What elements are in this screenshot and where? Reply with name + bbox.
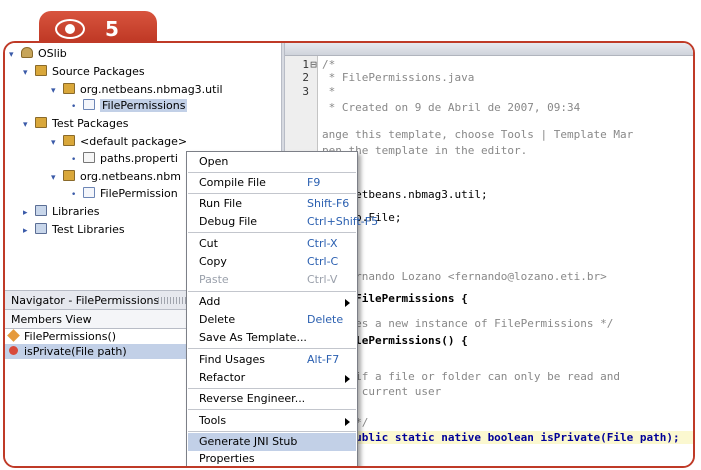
- menu-item-copy[interactable]: Copy Ctrl-C: [188, 253, 356, 271]
- line-number: 2: [302, 71, 309, 84]
- test-packages-icon: [35, 117, 47, 128]
- menu-item-tools[interactable]: Tools: [188, 412, 356, 430]
- code-text: ecks if a file or folder can only be rea…: [322, 370, 621, 383]
- eye-icon: [55, 19, 85, 39]
- menu-item-compile-file[interactable]: Compile File F9: [188, 174, 356, 192]
- menu-item-add[interactable]: Add: [188, 293, 356, 311]
- menu-item-debug-file[interactable]: Debug File Ctrl+Shift-F5: [188, 213, 378, 231]
- submenu-arrow-icon: [345, 299, 350, 307]
- editor-toolbar: [285, 43, 693, 56]
- code-line[interactable]: 2 * FilePermissions.java: [285, 71, 693, 84]
- menu-separator: [188, 291, 356, 292]
- expand-icon[interactable]: ▾: [51, 135, 63, 151]
- menu-separator: [188, 348, 356, 349]
- tree-node-filepermissions-test[interactable]: • FilePermission: [71, 186, 178, 202]
- leaf-icon: •: [71, 190, 77, 200]
- expand-icon[interactable]: ▸: [23, 205, 35, 221]
- code-text: ange this template, choose Tools | Templ…: [322, 128, 634, 141]
- code-line[interactable]: ange this template, choose Tools | Templ…: [285, 128, 693, 141]
- navigator-title-label: Navigator - FilePermissions: [11, 294, 160, 307]
- tree-node-util-package[interactable]: ▾ org.netbeans.nbmag3.util: [51, 82, 223, 98]
- expand-icon[interactable]: ▾: [23, 117, 35, 133]
- fold-marker-icon[interactable]: ⊟: [309, 58, 318, 71]
- package-icon: [63, 135, 75, 146]
- menu-separator: [188, 388, 356, 389]
- tree-node-test-libraries[interactable]: ▸ Test Libraries: [23, 222, 125, 238]
- menu-item-open[interactable]: Open: [188, 153, 356, 171]
- tree-node-paths-properties[interactable]: • paths.properti: [71, 151, 178, 167]
- menu-item-paste[interactable]: Paste Ctrl-V: [188, 271, 356, 289]
- leaf-icon: •: [71, 155, 77, 165]
- code-text: Creates a new instance of FilePermission…: [322, 317, 614, 330]
- expand-icon[interactable]: ▾: [51, 83, 63, 99]
- menu-separator: [188, 193, 356, 194]
- menu-item-run-file[interactable]: Run File Shift-F6: [188, 195, 356, 213]
- menu-item-properties[interactable]: Properties: [188, 450, 356, 466]
- java-file-icon: [83, 99, 95, 110]
- expand-icon[interactable]: ▾: [51, 170, 63, 186]
- tree-node-default-package[interactable]: ▾ <default package>: [51, 134, 187, 150]
- code-text: /*: [322, 58, 336, 71]
- menu-item-delete[interactable]: Delete Delete: [188, 311, 356, 329]
- menu-item-reverse-engineer[interactable]: Reverse Engineer...: [188, 390, 356, 408]
- menu-separator: [188, 172, 356, 173]
- expand-icon[interactable]: ▸: [23, 223, 35, 239]
- tree-node-test-packages[interactable]: ▾ Test Packages: [23, 116, 128, 132]
- tree-node-source-packages[interactable]: ▾ Source Packages: [23, 64, 145, 80]
- code-text: *: [322, 85, 336, 98]
- tree-node-filepermissions[interactable]: • FilePermissions: [71, 98, 188, 114]
- ide-window: ▾ OSlib ▾ Source Packages ▾ org.netbeans.nb…: [3, 41, 695, 468]
- menu-separator: [188, 431, 356, 432]
- java-file-icon: [83, 187, 95, 198]
- tree-node-test-util-package[interactable]: ▾ org.netbeans.nbm: [51, 169, 181, 185]
- tree-node-libraries[interactable]: ▸ Libraries: [23, 204, 100, 220]
- constructor-icon: [7, 329, 20, 342]
- source-packages-icon: [35, 65, 47, 76]
- libraries-icon: [35, 205, 47, 216]
- package-icon: [63, 170, 75, 181]
- libraries-icon: [35, 223, 47, 234]
- leaf-icon: •: [71, 102, 77, 112]
- drag-grip-icon[interactable]: [158, 297, 188, 304]
- context-menu: Open Compile File F9 Run File Shift-F6 Deb…: [186, 151, 378, 466]
- submenu-arrow-icon: [345, 375, 350, 383]
- code-text: public static native boolean isPrivate(F…: [322, 431, 680, 444]
- code-text: * Created on 9 de Abril de 2007, 09:34: [322, 101, 581, 114]
- code-line[interactable]: * Created on 9 de Abril de 2007, 09:34: [285, 101, 693, 114]
- menu-item-find-usages[interactable]: Find Usages Alt-F7: [188, 351, 356, 369]
- code-line[interactable]: 1⊟ /*: [285, 58, 693, 71]
- project-icon: [21, 47, 33, 58]
- submenu-arrow-icon: [345, 418, 350, 426]
- code-line[interactable]: 3 *: [285, 85, 693, 98]
- menu-separator: [188, 232, 356, 233]
- expand-icon[interactable]: ▾: [9, 47, 21, 63]
- menu-separator: [188, 409, 356, 410]
- menu-item-cut[interactable]: Cut Ctrl-X: [188, 235, 356, 253]
- line-number: 3: [302, 85, 309, 98]
- code-text: * FilePermissions.java: [322, 71, 475, 84]
- properties-file-icon: [83, 152, 95, 163]
- code-text: or Fernando Lozano <fernando@lozano.eti.…: [322, 270, 607, 283]
- method-icon: [9, 346, 18, 355]
- expand-icon[interactable]: ▾: [23, 65, 35, 81]
- step-number: 5: [105, 17, 119, 41]
- line-number: 1: [302, 58, 309, 71]
- tree-node-oslib[interactable]: ▾ OSlib: [9, 46, 67, 62]
- menu-item-save-as-template[interactable]: Save As Template...: [188, 329, 356, 347]
- menu-item-refactor[interactable]: Refactor: [188, 369, 356, 387]
- package-icon: [63, 83, 75, 94]
- menu-item-generate-jni-stub[interactable]: Generate JNI Stub: [188, 433, 356, 451]
